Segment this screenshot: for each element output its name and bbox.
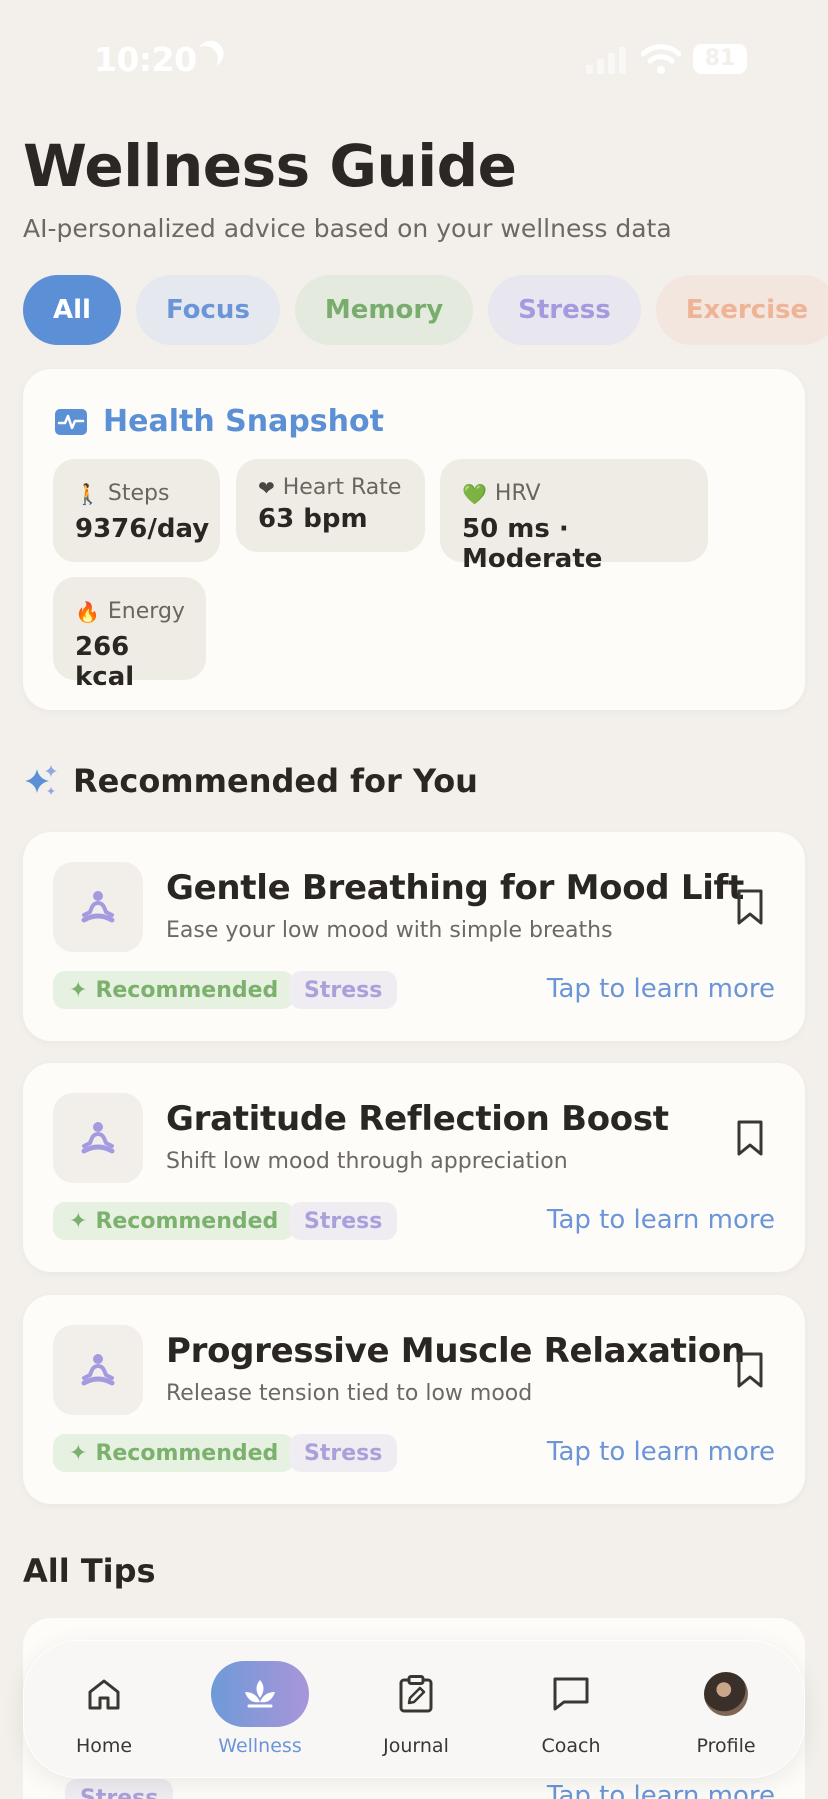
- category-tag: Stress: [289, 1434, 398, 1472]
- fire-icon: 🔥: [75, 599, 100, 624]
- tip-description: Ease your low mood with simple breaths: [166, 918, 613, 943]
- avatar: [704, 1672, 748, 1716]
- metric-label: Energy: [107, 599, 185, 624]
- sparkle-icon: ✦: [69, 1208, 88, 1234]
- metric-label: Steps: [107, 481, 170, 506]
- tip-card[interactable]: Gentle Breathing for Mood Lift Ease your…: [23, 832, 805, 1041]
- tip-title: Progressive Muscle Relaxation: [166, 1331, 745, 1371]
- sparkle-icon: ✦: [69, 977, 88, 1003]
- tip-card[interactable]: Progressive Muscle Relaxation Release te…: [23, 1295, 805, 1504]
- walking-person-icon: 🚶: [75, 481, 100, 506]
- metric-value: 63 bpm: [258, 504, 368, 534]
- category-filter-bar: All Focus Memory Stress Exercise: [23, 275, 828, 345]
- metric-hrv: 💚 HRV 50 ms · Moderate: [440, 459, 708, 574]
- category-tag: Stress: [65, 1779, 174, 1799]
- sparkle-icon: [25, 765, 57, 795]
- learn-more-link[interactable]: Tap to learn more: [547, 974, 775, 1004]
- learn-more-link[interactable]: Tap to learn more: [547, 1205, 775, 1235]
- pulse-icon: [55, 408, 87, 435]
- clipboard-edit-icon: [399, 1675, 433, 1713]
- status-bar: 10:20 81: [0, 0, 828, 120]
- filter-chip-exercise[interactable]: Exercise: [655, 275, 828, 345]
- tab-profile[interactable]: Profile: [656, 1641, 796, 1779]
- lotus-icon: [245, 1680, 275, 1708]
- home-icon: [88, 1679, 120, 1710]
- tab-label: Profile: [696, 1735, 756, 1757]
- meditation-icon: [53, 1093, 143, 1183]
- tip-title: Gratitude Reflection Boost: [166, 1099, 669, 1139]
- tip-card[interactable]: Gratitude Reflection Boost Shift low moo…: [23, 1063, 805, 1272]
- tip-description: Release tension tied to low mood: [166, 1381, 533, 1406]
- tag-label: Recommended: [95, 1440, 279, 1466]
- snapshot-title: Health Snapshot: [103, 404, 384, 439]
- bookmark-icon[interactable]: [735, 888, 765, 926]
- recommended-tag: ✦ Recommended: [53, 1202, 295, 1240]
- recommended-heading: Recommended for You: [23, 762, 478, 800]
- category-tag: Stress: [289, 1202, 398, 1240]
- recommended-tag: ✦ Recommended: [53, 1434, 295, 1472]
- metric-energy: 🔥 Energy 266 kcal: [53, 577, 206, 692]
- filter-chip-focus[interactable]: Focus: [135, 275, 280, 345]
- heart-icon: ❤: [258, 475, 275, 500]
- sparkle-icon: ✦: [69, 1440, 88, 1466]
- filter-chip-stress[interactable]: Stress: [488, 275, 641, 345]
- learn-more-link[interactable]: Tap to learn more: [547, 1781, 775, 1799]
- status-time: 10:20: [94, 40, 197, 79]
- tip-description: Shift low mood through appreciation: [166, 1149, 568, 1174]
- page-subtitle: AI-personalized advice based on your wel…: [23, 214, 672, 243]
- cellular-signal-icon: [586, 46, 630, 74]
- tag-label: Recommended: [95, 977, 279, 1003]
- meditation-icon: [53, 1325, 143, 1415]
- metric-value: 50 ms · Moderate: [462, 514, 603, 574]
- tab-label: Coach: [541, 1735, 601, 1757]
- all-tips-heading: All Tips: [23, 1552, 156, 1590]
- tab-home[interactable]: Home: [34, 1641, 174, 1779]
- tag-label: Recommended: [95, 1208, 279, 1234]
- tab-wellness[interactable]: Wellness: [190, 1641, 330, 1779]
- metric-value: 266 kcal: [75, 632, 135, 692]
- metric-label: Heart Rate: [282, 475, 402, 500]
- tab-label: Journal: [383, 1735, 449, 1757]
- filter-chip-all[interactable]: All: [23, 275, 121, 345]
- section-title: Recommended for You: [73, 762, 478, 800]
- bookmark-icon[interactable]: [735, 1351, 765, 1389]
- metric-steps: 🚶 Steps 9376/day: [53, 459, 220, 562]
- page-title: Wellness Guide: [23, 132, 517, 200]
- bottom-tab-bar: Home Wellness Journal Coach Profile: [23, 1640, 805, 1778]
- wifi-icon: [641, 44, 681, 74]
- tab-label: Home: [75, 1735, 133, 1757]
- metric-heart-rate: ❤ Heart Rate 63 bpm: [236, 459, 425, 552]
- tab-label: Wellness: [218, 1735, 302, 1757]
- category-tag: Stress: [289, 971, 398, 1009]
- meditation-icon: [53, 862, 143, 952]
- tip-title: Gentle Breathing for Mood Lift: [166, 868, 744, 908]
- filter-chip-memory[interactable]: Memory: [294, 275, 474, 345]
- battery-indicator: 81: [693, 44, 747, 74]
- learn-more-link[interactable]: Tap to learn more: [547, 1437, 775, 1467]
- snapshot-header: Health Snapshot: [55, 404, 384, 439]
- health-snapshot-card: Health Snapshot 🚶 Steps 9376/day ❤ Heart…: [23, 369, 805, 710]
- recommended-tag: ✦ Recommended: [53, 971, 295, 1009]
- metric-label: HRV: [494, 481, 541, 506]
- tab-journal[interactable]: Journal: [346, 1641, 486, 1779]
- chat-bubble-icon: [553, 1677, 589, 1711]
- tab-coach[interactable]: Coach: [501, 1641, 641, 1779]
- green-heart-icon: 💚: [462, 481, 487, 506]
- metric-value: 9376/day: [75, 514, 210, 544]
- bookmark-icon[interactable]: [735, 1119, 765, 1157]
